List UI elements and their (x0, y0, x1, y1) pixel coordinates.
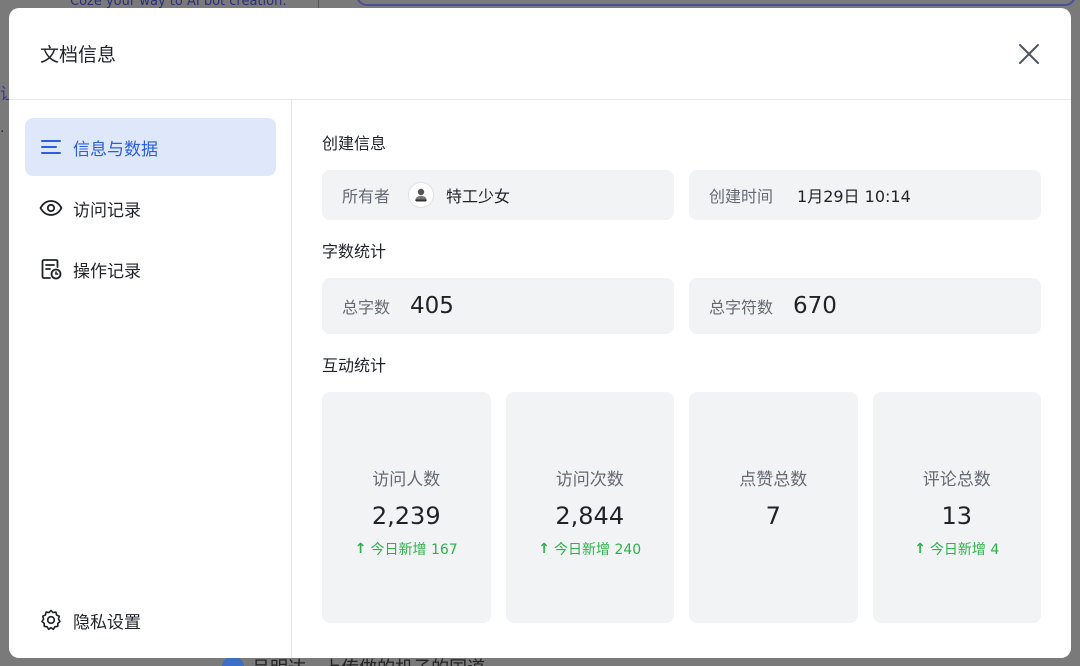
stat-value: 2,239 (371, 502, 441, 530)
modal-body: 信息与数据 访问记录 操作记录 隐私设置 创建信息 所有者 特工少女 创建时间 … (9, 100, 1071, 658)
create-time-value: 1月29日 10:14 (797, 187, 911, 206)
stat-card-visits: 访问次数 2,844 ↑ 今日新增 240 (505, 392, 674, 623)
background-fragment: · (0, 124, 5, 140)
stat-delta: ↑ 今日新增 167 (355, 540, 458, 558)
owner-label: 所有者 (342, 187, 391, 206)
stat-card-likes: 点赞总数 7 (689, 392, 858, 623)
stat-delta-text: 今日新增 240 (554, 542, 642, 558)
owner-name[interactable]: 特工少女 (446, 183, 510, 207)
create-time-box: 创建时间 1月29日 10:14 (689, 170, 1041, 220)
owner-box: 所有者 特工少女 (322, 170, 674, 220)
stat-value: 13 (941, 502, 973, 530)
sidebar-item-label: 操作记录 (73, 261, 141, 282)
arrow-up-icon: ↑ (538, 541, 551, 557)
section-title-word-stats: 字数统计 (322, 242, 387, 261)
section-title-interaction: 互动统计 (322, 356, 387, 375)
privacy-settings-label: 隐私设置 (73, 612, 141, 633)
gear-icon (41, 609, 61, 631)
list-icon (41, 140, 61, 154)
sidebar-item-label: 访问记录 (73, 200, 141, 221)
document-clock-icon (41, 259, 62, 280)
arrow-up-icon: ↑ (354, 541, 367, 557)
stat-card-comments: 评论总数 13 ↑ 今日新增 4 (872, 392, 1041, 623)
modal-header: 文档信息 (9, 8, 1071, 100)
background-input-outline (356, 0, 1076, 6)
stat-label: 评论总数 (922, 470, 991, 490)
close-icon (1019, 43, 1039, 64)
eye-icon (39, 200, 63, 216)
privacy-settings-button[interactable]: 隐私设置 (25, 600, 141, 640)
stat-label: 访问人数 (372, 470, 441, 490)
background-divider (318, 0, 319, 8)
create-time-label: 创建时间 (709, 187, 774, 206)
stat-value: 7 (765, 502, 781, 530)
sidebar-item-visit-records[interactable]: 访问记录 (25, 179, 276, 237)
stat-delta-text: 今日新增 4 (929, 542, 1000, 558)
stat-card-visitors: 访问人数 2,239 ↑ 今日新增 167 (322, 392, 491, 623)
stat-label: 点赞总数 (739, 470, 808, 490)
stat-delta-text: 今日新增 167 (370, 542, 458, 558)
avatar[interactable] (408, 182, 435, 208)
document-info-modal: 文档信息 信息与数据 访问记录 操作记录 隐私设置 创建信息 所有者 特工少女 … (9, 8, 1071, 658)
total-words-box: 总字数 405 (322, 278, 674, 334)
word-stats-row: 总字数 405 总字符数 670 (322, 278, 1041, 334)
sidebar-item-label: 信息与数据 (73, 139, 158, 160)
create-info-row: 所有者 特工少女 创建时间 1月29日 10:14 (322, 170, 1041, 220)
total-chars-label: 总字符数 (709, 298, 774, 317)
close-button[interactable] (1017, 42, 1041, 66)
sidebar: 信息与数据 访问记录 操作记录 隐私设置 (9, 100, 292, 658)
interaction-stats: 访问人数 2,239 ↑ 今日新增 167 访问次数 2,844 ↑ 今日新增 … (322, 392, 1041, 623)
modal-title: 文档信息 (40, 44, 117, 66)
total-words-value: 405 (410, 293, 454, 319)
total-chars-box: 总字符数 670 (689, 278, 1041, 334)
stat-delta: ↑ 今日新增 4 (914, 540, 999, 558)
stat-label: 访问次数 (555, 470, 624, 490)
section-title-create-info: 创建信息 (322, 134, 387, 153)
main-content: 创建信息 所有者 特工少女 创建时间 1月29日 10:14 字数统计 总字数 … (292, 100, 1071, 658)
arrow-up-icon: ↑ (914, 541, 926, 557)
owner-avatar-icon (415, 188, 428, 202)
total-words-label: 总字数 (342, 298, 391, 317)
sidebar-item-info-data[interactable]: 信息与数据 (25, 118, 276, 176)
sidebar-item-operation-records[interactable]: 操作记录 (25, 240, 276, 298)
total-chars-value: 670 (793, 293, 837, 319)
stat-value: 2,844 (555, 502, 625, 530)
stat-delta: ↑ 今日新增 240 (538, 540, 641, 558)
